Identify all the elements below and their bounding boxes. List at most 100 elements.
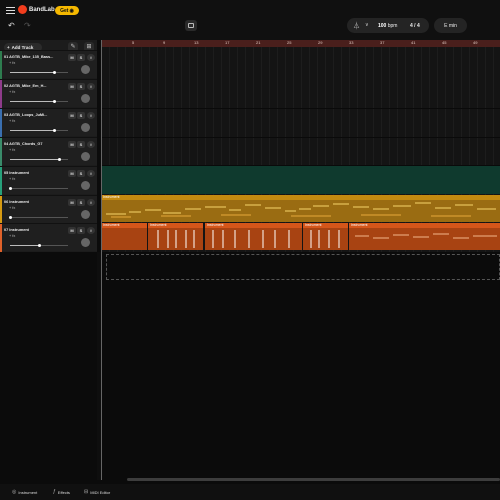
track-options-icon[interactable]: ∨ [87,112,95,119]
pan-knob[interactable] [81,123,90,132]
track-options-icon[interactable]: ∨ [87,199,95,206]
mute-button[interactable]: M [68,83,76,90]
effects-tab[interactable]: ƒ Effects [53,489,70,495]
pan-knob[interactable] [81,238,90,247]
midi-clip-instrument-07[interactable]: Instrument [205,223,302,250]
solo-button[interactable]: S [77,170,85,177]
volume-knob[interactable] [52,99,56,103]
add-fx-button[interactable]: + fx [9,119,15,123]
track-name[interactable]: 05 Instrument [4,171,29,175]
add-fx-button[interactable]: + fx [9,90,15,94]
instrument-tab[interactable]: ◎ Instrument [12,489,37,495]
mute-button[interactable]: M [68,54,76,61]
volume-slider[interactable] [8,215,68,219]
midi-clip-instrument-06[interactable]: Instrument [101,195,500,222]
add-fx-button[interactable]: + fx [9,206,15,210]
volume-slider[interactable] [10,128,68,132]
add-fx-button[interactable]: + fx [9,61,15,65]
track-name[interactable]: 07 Instrument [4,228,29,232]
instrument-lane-05[interactable] [101,166,500,194]
mute-button[interactable]: M [68,112,76,119]
volume-knob[interactable] [52,128,56,132]
volume-knob[interactable] [37,243,41,247]
track-name[interactable]: 06 Instrument [4,200,29,204]
playhead[interactable] [101,40,102,480]
ruler-mark: 5 [132,40,135,45]
add-fx-button[interactable]: + fx [9,148,15,152]
tempo-display[interactable]: 100 bpm [378,23,397,29]
mute-button[interactable]: M [68,199,76,206]
track-row[interactable]: 04 AGTB_Chords_G7 + fx M S ∨ [0,137,97,166]
track-row[interactable]: 01 AGTB_Mike_135_Bass... + fx M S ∨ [0,50,97,79]
instrument-tab-label: Instrument [18,489,38,495]
pan-knob[interactable] [81,65,90,74]
track-options-icon[interactable]: ∨ [87,227,95,234]
chevron-down-icon[interactable]: ∨ [365,22,369,28]
track-row[interactable]: 03 AGTB_Loops_JuMi... + fx M S ∨ [0,108,97,137]
transport-display[interactable]: ⏃ ∨ 100 bpm 4 / 4 [347,18,429,33]
track-options-icon[interactable]: ∨ [87,54,95,61]
undo-icon[interactable]: ↶ [8,21,15,30]
track-row[interactable]: 06 Instrument + fx M S ∨ [0,195,97,224]
solo-button[interactable]: S [77,227,85,234]
solo-button[interactable]: S [77,199,85,206]
solo-button[interactable]: S [77,112,85,119]
track-name[interactable]: 02 AGTB_Mike_Em_H... [4,84,47,88]
volume-slider[interactable] [10,243,68,247]
mute-button[interactable]: M [68,141,76,148]
track-name[interactable]: 04 AGTB_Chords_G7 [4,142,42,146]
get-membership-button[interactable]: Get ◉ [55,6,79,15]
pan-knob[interactable] [81,181,90,190]
key-selector[interactable]: E min [434,18,467,33]
volume-knob[interactable] [8,215,12,219]
track-name[interactable]: 03 AGTB_Loops_JuMi... [4,113,47,117]
solo-button[interactable]: S [77,54,85,61]
ruler-mark: 29 [318,40,323,45]
add-fx-button[interactable]: + fx [9,234,15,238]
midi-editor-tab-label: MIDI Editor [90,489,111,495]
track-name[interactable]: 01 AGTB_Mike_135_Bass... [4,55,53,59]
track-options-icon[interactable]: ∨ [87,141,95,148]
track-row[interactable]: 07 Instrument + fx M S ∨ [0,223,97,252]
midi-clip-instrument-07[interactable]: Instrument [349,223,500,250]
new-track-drop-zone[interactable] [106,254,500,280]
add-fx-button[interactable]: + fx [9,177,15,181]
mute-button[interactable]: M [68,227,76,234]
pan-knob[interactable] [81,210,90,219]
effects-icon: ƒ [53,489,56,495]
redo-icon[interactable]: ↷ [24,21,31,30]
volume-knob[interactable] [52,70,56,74]
bandlab-logo[interactable]: BandLab [18,5,55,14]
solo-button[interactable]: S [77,141,85,148]
volume-slider[interactable] [10,70,68,74]
track-row[interactable]: 02 AGTB_Mike_Em_H... + fx M S ∨ [0,79,97,108]
midi-clip-instrument-07[interactable]: Instrument [101,223,147,250]
membership-icon: ◉ [69,7,74,14]
track-row[interactable]: 05 Instrument + fx M S ∨ [0,166,97,195]
volume-slider[interactable] [10,157,68,161]
metronome-icon[interactable]: ⏃ [353,21,360,31]
mute-button[interactable]: M [68,170,76,177]
time-signature[interactable]: 4 / 4 [410,23,420,29]
horizontal-scrollbar[interactable] [127,478,500,481]
midi-clip-instrument-07[interactable]: Instrument [148,223,203,250]
midi-editor-tab[interactable]: ⊟ MIDI Editor [84,489,110,495]
volume-knob[interactable] [58,157,62,161]
volume-knob[interactable] [8,186,12,190]
track-options-icon[interactable]: ∨ [87,170,95,177]
volume-slider[interactable] [8,186,68,190]
logo-mark-icon [18,5,27,14]
menu-icon[interactable] [6,7,15,15]
bottom-bar: ◎ Instrument ƒ Effects ⊟ MIDI Editor [0,484,500,500]
midi-clip-instrument-07[interactable]: Instrument [303,223,348,250]
ruler-mark: 41 [411,40,416,45]
pan-knob[interactable] [81,94,90,103]
ruler-mark: 13 [194,40,199,45]
solo-button[interactable]: S [77,83,85,90]
volume-slider[interactable] [10,99,68,103]
track-options-icon[interactable]: ∨ [87,83,95,90]
view-toggle-button[interactable] [185,20,197,31]
pan-knob[interactable] [81,152,90,161]
midi-editor-icon: ⊟ [84,489,89,495]
timeline-ruler[interactable]: 5 9 13 17 21 25 29 33 37 41 45 49 [101,40,500,47]
